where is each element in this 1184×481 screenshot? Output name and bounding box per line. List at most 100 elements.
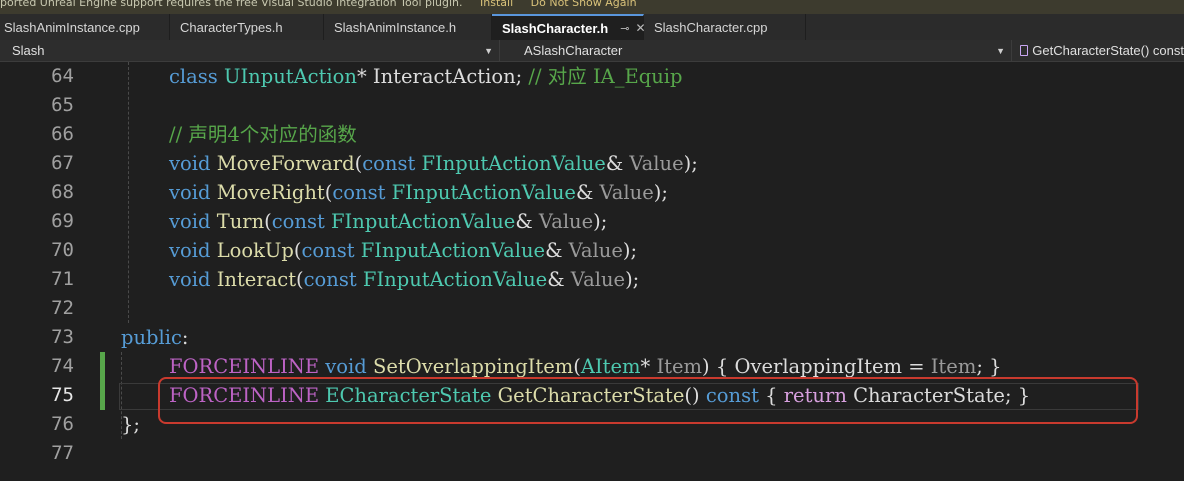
code-text: // 声明4个对应的函数	[169, 120, 357, 149]
tab-label: SlashAnimInstance.cpp	[4, 19, 140, 35]
code-token: void	[325, 355, 367, 378]
code-line[interactable]: 64 class UInputAction* InteractAction; //…	[0, 62, 1184, 91]
code-editor[interactable]: 64 class UInputAction* InteractAction; //…	[0, 62, 1184, 481]
code-token: LookUp	[216, 239, 294, 262]
code-line[interactable]: 69 void Turn(const FInputActionValue& Val…	[0, 207, 1184, 236]
code-token: Value	[538, 210, 594, 233]
do-not-show-again-link[interactable]: Do Not Show Again	[531, 0, 637, 9]
code-text: class UInputAction* InteractAction; // 对…	[169, 62, 682, 91]
member-name: GetCharacterState() const	[1032, 43, 1184, 58]
tab-label: CharacterTypes.h	[180, 19, 283, 35]
tab-slashaniminstance-cpp[interactable]: SlashAnimInstance.cpp	[0, 14, 170, 40]
chevron-down-icon: ▼	[996, 45, 1005, 56]
code-text: void MoveForward(const FInputActionValue…	[169, 149, 698, 178]
code-text: void LookUp(const FInputActionValue& Val…	[169, 236, 637, 265]
line-number: 65	[51, 94, 74, 116]
project-name: Slash	[12, 43, 45, 58]
code-line[interactable]: 70 void LookUp(const FInputActionValue& V…	[0, 236, 1184, 265]
code-token: void	[169, 239, 211, 262]
line-number: 74	[51, 355, 74, 377]
code-line[interactable]: 68 void MoveRight(const FInputActionValue…	[0, 178, 1184, 207]
code-token: void	[169, 210, 211, 233]
code-token: void	[169, 268, 211, 291]
code-token: SetOverlappingItem	[372, 355, 574, 378]
code-token: );	[622, 239, 638, 262]
code-token: public	[121, 326, 182, 349]
code-token: Item	[930, 355, 977, 378]
tab-slashcharacter-h[interactable]: SlashCharacter.h ⊸ ✕	[492, 14, 646, 40]
code-token: // 声明4个对应的函数	[169, 123, 357, 146]
code-token: (	[296, 268, 304, 291]
code-text: };	[121, 410, 140, 439]
code-token: &	[605, 152, 630, 175]
code-token: Value	[629, 152, 684, 175]
tab-slashaniminstance-h[interactable]: SlashAnimInstance.h	[324, 14, 492, 40]
code-token: );	[593, 210, 608, 233]
red-highlight-box	[158, 377, 1138, 424]
code-token: AItem	[580, 355, 641, 378]
line-number: 68	[51, 181, 74, 203]
code-token: Interact	[216, 268, 297, 291]
code-token: const	[303, 268, 357, 291]
code-token: Turn	[216, 210, 265, 233]
line-number: 66	[51, 123, 74, 145]
code-token: FInputActionValue	[362, 268, 548, 291]
info-bar: ported Unreal Engine support requires th…	[0, 0, 1184, 14]
code-line[interactable]: 65	[0, 91, 1184, 120]
code-token: const	[362, 152, 416, 175]
code-token: UInputAction	[224, 65, 357, 88]
navigation-bar: Slash ▼ ASlashCharacter ▼ GetCharacterSt…	[0, 40, 1184, 62]
code-token: Value	[570, 268, 626, 291]
pin-icon[interactable]: ⊸	[620, 22, 629, 35]
member-dropdown[interactable]: GetCharacterState() const	[1018, 40, 1184, 61]
code-token: FInputActionValue	[360, 239, 546, 262]
code-token: *	[640, 355, 657, 378]
code-text: void Turn(const FInputActionValue& Value…	[169, 207, 607, 236]
code-token: void	[169, 152, 211, 175]
line-number: 64	[51, 65, 74, 87]
code-line[interactable]: 73 public:	[0, 323, 1184, 352]
code-token: &	[547, 268, 571, 291]
code-token: FORCEINLINE	[169, 355, 320, 378]
tab-label: SlashAnimInstance.h	[334, 19, 457, 35]
code-token: FInputActionValue	[391, 181, 576, 204]
project-dropdown[interactable]: Slash ▼	[0, 40, 500, 61]
install-link[interactable]: Install	[480, 0, 513, 9]
code-token: // 对应 IA_Equip	[528, 65, 683, 88]
scope-name: ASlashCharacter	[524, 43, 623, 58]
tab-charactertypes-h[interactable]: CharacterTypes.h	[170, 14, 324, 40]
code-token: (	[573, 355, 581, 378]
line-number: 67	[51, 152, 74, 174]
code-text: public:	[121, 323, 189, 352]
code-token: &	[545, 239, 569, 262]
info-bar-message: ported Unreal Engine support requires th…	[0, 0, 463, 9]
code-token: const	[332, 181, 386, 204]
tab-label: SlashCharacter.cpp	[654, 19, 768, 35]
code-line[interactable]: 77	[0, 439, 1184, 468]
code-token: Item	[656, 355, 703, 378]
code-token: );	[683, 152, 698, 175]
line-number: 77	[51, 442, 74, 464]
tab-label: SlashCharacter.h	[502, 20, 609, 36]
code-token: &	[575, 181, 600, 204]
scope-dropdown[interactable]: ASlashCharacter ▼	[510, 40, 1012, 61]
code-token: ) { OverlappingItem =	[702, 355, 931, 378]
tab-slashcharacter-cpp[interactable]: SlashCharacter.cpp	[644, 14, 806, 40]
method-icon	[1020, 45, 1029, 56]
code-token: &	[515, 210, 539, 233]
code-line[interactable]: 67 void MoveForward(const FInputActionVal…	[0, 149, 1184, 178]
code-line[interactable]: 72	[0, 294, 1184, 323]
code-line[interactable]: 66 // 声明4个对应的函数	[0, 120, 1184, 149]
code-text: void Interact(const FInputActionValue& V…	[169, 265, 639, 294]
code-token: class	[169, 65, 218, 88]
code-token: * InteractAction;	[356, 65, 529, 88]
line-number: 73	[51, 326, 74, 348]
code-token: MoveForward	[216, 152, 355, 175]
code-line[interactable]: 71 void Interact(const FInputActionValue&…	[0, 265, 1184, 294]
code-token: MoveRight	[216, 181, 325, 204]
line-number: 76	[51, 413, 74, 435]
code-token: ; }	[976, 355, 1002, 378]
line-number: 70	[51, 239, 74, 261]
code-token: FInputActionValue	[421, 152, 606, 175]
code-token: );	[625, 268, 640, 291]
